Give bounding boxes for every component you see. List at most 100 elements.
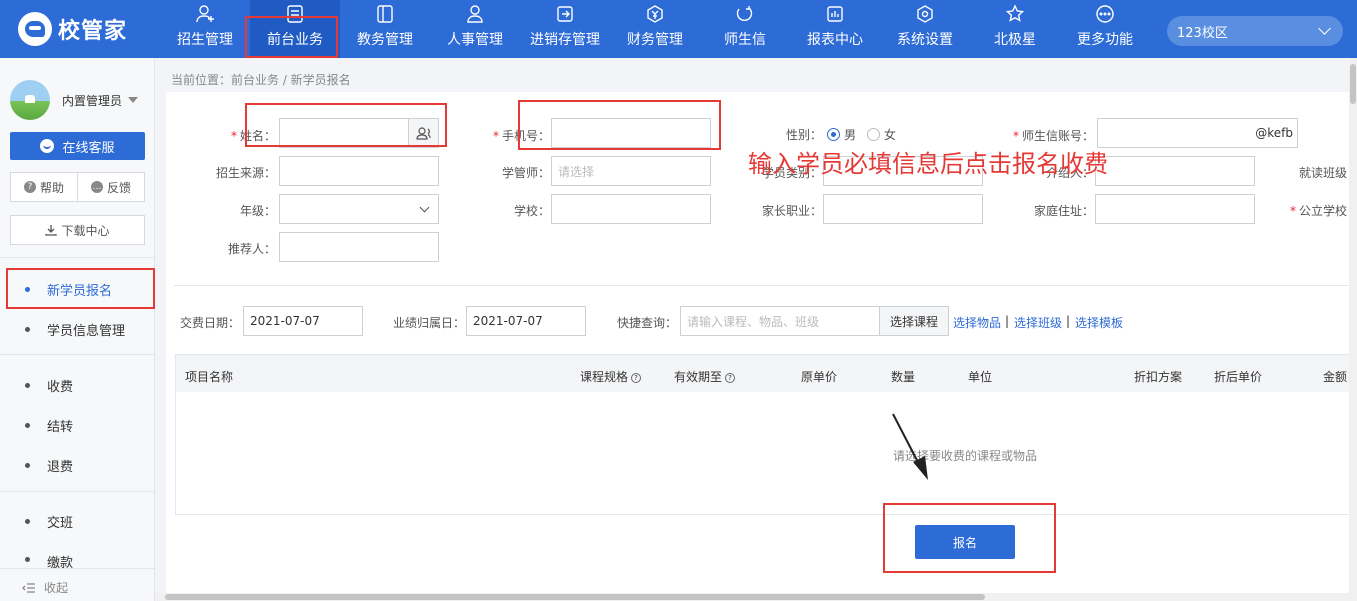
school-input[interactable] <box>551 194 711 224</box>
phone-input[interactable] <box>551 118 711 148</box>
feedback-label: 反馈 <box>106 180 131 195</box>
report-icon <box>827 6 843 22</box>
nav-label: 前台业务 <box>267 32 323 48</box>
items-table-header: 项目名称 课程规格? 有效期至? 原单价 数量 单位 折扣方案 折后单价 金额 <box>175 354 1357 393</box>
nav-label: 进销存管理 <box>530 32 600 48</box>
gender-label: 性别： <box>785 128 822 142</box>
collapse-button[interactable]: 收起 <box>0 574 155 601</box>
name-input[interactable] <box>279 118 439 148</box>
vertical-scrollbar[interactable] <box>1349 58 1357 601</box>
select-contact-button[interactable] <box>408 119 438 147</box>
account-label: * 师生信账号： <box>1012 129 1094 143</box>
pay-date-label: 交费日期： <box>179 316 240 330</box>
nav-item-settings[interactable]: 系统设置 <box>880 0 970 58</box>
scroll-thumb[interactable] <box>1350 64 1356 104</box>
nav-item-more[interactable]: 更多功能 <box>1060 0 1150 58</box>
grade-select[interactable] <box>279 194 439 224</box>
scroll-thumb[interactable] <box>165 594 985 600</box>
account-suffix: @kefb <box>1255 126 1293 140</box>
nav-label: 报表中心 <box>807 32 863 48</box>
col-unit-price: 原单价 <box>801 370 838 384</box>
quick-search-input[interactable]: 请输入课程、物品、班级 <box>680 306 880 336</box>
sidebar-item-label: 交班 <box>47 515 74 531</box>
col-valid-until[interactable]: 有效期至? <box>674 368 736 385</box>
user-menu[interactable]: 内置管理员 <box>10 80 139 120</box>
bullet-icon <box>25 462 30 468</box>
pay-date-input[interactable]: 2021-07-07 <box>243 306 363 336</box>
person-icon <box>467 5 483 23</box>
sidebar-item-refund[interactable]: 退费 <box>0 450 155 480</box>
gender-male-radio[interactable]: 男 <box>827 126 856 143</box>
nav-item-messages[interactable]: 师生信 <box>700 0 790 58</box>
col-quantity: 数量 <box>891 370 916 384</box>
sidebar-item-new-enrollment[interactable]: 新学员报名 <box>0 274 155 304</box>
user-name: 内置管理员 <box>62 93 123 108</box>
smile-icon <box>40 139 55 153</box>
logo-icon <box>18 12 52 46</box>
nav-item-academic[interactable]: 教务管理 <box>340 0 430 58</box>
chevron-down-icon <box>419 202 430 213</box>
select-course-button[interactable]: 选择课程 <box>879 306 949 336</box>
recommender-label: 推荐人： <box>227 242 276 256</box>
account-input[interactable]: @kefb <box>1097 118 1298 148</box>
question-icon: ? <box>23 181 36 193</box>
star-icon <box>1005 4 1025 22</box>
logo[interactable]: 校管家 <box>18 12 127 46</box>
col-course-spec[interactable]: 课程规格? <box>580 368 642 385</box>
sidebar-item-label: 缴款 <box>47 556 74 568</box>
perf-date-value: 2021-07-07 <box>473 314 543 328</box>
sidebar-item-label: 收费 <box>47 379 74 395</box>
sidebar-divider <box>0 354 155 355</box>
source-select[interactable] <box>279 156 439 186</box>
feedback-button[interactable]: … 反馈 <box>78 172 145 202</box>
sidebar-item-payment[interactable]: 缴款 <box>0 546 155 568</box>
select-class-link[interactable]: 选择班级 <box>1014 314 1062 331</box>
help-icon: ? <box>631 373 642 383</box>
nav-item-finance[interactable]: 财务管理 <box>610 0 700 58</box>
campus-selector[interactable]: 123校区 <box>1167 16 1343 46</box>
arrow-icon <box>892 413 928 480</box>
sidebar-item-transfer[interactable]: 结转 <box>0 410 155 440</box>
book-icon <box>377 5 393 23</box>
campus-label: 123校区 <box>1177 25 1228 41</box>
horizontal-scrollbar[interactable] <box>155 593 1349 601</box>
enroll-button[interactable]: 报名 <box>915 525 1015 559</box>
gender-female-radio[interactable]: 女 <box>867 126 896 143</box>
address-input[interactable] <box>1095 194 1255 224</box>
referrer-input[interactable] <box>1095 156 1255 186</box>
chat-icon <box>736 6 753 22</box>
inventory-icon <box>557 6 573 22</box>
sidebar-item-label: 退费 <box>47 459 74 475</box>
nav-item-hr[interactable]: 人事管理 <box>430 0 520 58</box>
parent-job-input[interactable] <box>823 194 983 224</box>
sidebar-item-charge[interactable]: 收费 <box>0 370 155 400</box>
advisor-select[interactable]: 请选择 <box>551 156 711 186</box>
perf-date-input[interactable]: 2021-07-07 <box>466 306 586 336</box>
feedback-icon: … <box>90 181 103 193</box>
radio-selected-icon <box>827 128 840 141</box>
contacts-icon <box>415 127 431 140</box>
nav-item-reception[interactable]: 前台业务 <box>250 0 340 58</box>
recommender-input[interactable] <box>279 232 439 262</box>
chevron-down-icon <box>1318 22 1331 35</box>
bullet-icon <box>25 557 30 562</box>
address-label: 家庭住址： <box>1033 204 1094 218</box>
online-service-button[interactable]: 在线客服 <box>10 132 145 160</box>
gear-icon <box>917 5 933 23</box>
select-item-link[interactable]: 选择物品 <box>953 314 1001 331</box>
sidebar-item-handover[interactable]: 交班 <box>0 506 155 536</box>
select-template-link[interactable]: 选择模板 <box>1075 314 1123 331</box>
items-table-body <box>175 392 1357 515</box>
sidebar-divider <box>0 568 155 569</box>
perf-date-label: 业绩归属日： <box>392 316 465 330</box>
sidebar-item-student-info[interactable]: 学员信息管理 <box>0 314 155 344</box>
help-button[interactable]: ? 帮助 <box>10 172 78 202</box>
nav-label: 财务管理 <box>627 32 683 48</box>
help-row: ? 帮助 … 反馈 <box>10 172 145 202</box>
gender-male-label: 男 <box>844 128 857 142</box>
download-center-button[interactable]: 下载中心 <box>10 215 145 245</box>
nav-item-reports[interactable]: 报表中心 <box>790 0 880 58</box>
nav-item-admissions[interactable]: 招生管理 <box>160 0 250 58</box>
nav-item-inventory[interactable]: 进销存管理 <box>520 0 610 58</box>
nav-item-polaris[interactable]: 北极星 <box>970 0 1060 58</box>
